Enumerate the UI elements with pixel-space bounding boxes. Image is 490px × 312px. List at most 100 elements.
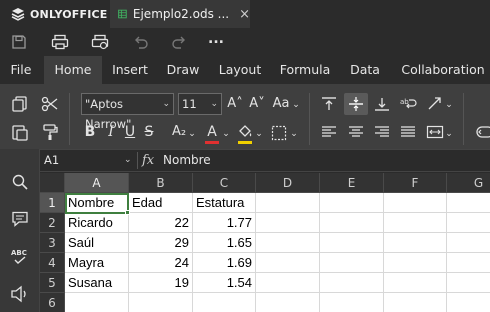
cell[interactable] (256, 253, 320, 273)
format-painter-icon[interactable] (41, 123, 59, 141)
increase-font-icon[interactable]: A˄ (226, 95, 244, 113)
column-header-e[interactable]: E (320, 173, 384, 193)
redo-icon[interactable] (171, 34, 187, 50)
decrease-font-icon[interactable]: A˅ (248, 95, 266, 113)
align-top-icon[interactable] (320, 96, 338, 112)
formula-input[interactable]: Nombre (163, 150, 211, 171)
fill-color-button[interactable] (236, 123, 254, 145)
cell-b1[interactable]: Edad (129, 193, 193, 213)
undo-icon[interactable] (133, 34, 149, 50)
cut-icon[interactable] (41, 95, 59, 113)
cell-c2[interactable]: 1.77 (193, 213, 256, 233)
chevron-down-icon[interactable]: ⌄ (292, 96, 300, 114)
cell[interactable] (384, 213, 447, 233)
font-size-select[interactable]: 11 ⌄ (178, 93, 222, 115)
cell-a5[interactable]: Susana (65, 273, 129, 293)
chevron-down-icon[interactable]: ⌄ (445, 96, 453, 114)
align-center-icon[interactable] (348, 125, 364, 139)
column-header-d[interactable]: D (256, 173, 320, 193)
select-all-corner[interactable] (40, 173, 65, 193)
cell-c1[interactable]: Estatura (193, 193, 256, 213)
spreadsheet-grid[interactable]: A B C D E F G 1 2 3 4 5 6 Nombre Edad Es… (40, 173, 490, 312)
wrap-text-icon[interactable]: ab (399, 95, 417, 113)
row-header-3[interactable]: 3 (40, 233, 65, 253)
fill-handle[interactable] (125, 210, 130, 215)
cell[interactable] (447, 213, 490, 233)
chevron-down-icon[interactable]: ⌄ (290, 125, 298, 143)
cell[interactable] (320, 213, 384, 233)
cell[interactable] (65, 293, 129, 312)
row-header-5[interactable]: 5 (40, 273, 65, 293)
cell[interactable] (256, 213, 320, 233)
quick-print-icon[interactable] (91, 34, 109, 50)
tab-insert[interactable]: Insert (106, 56, 154, 84)
cell[interactable] (256, 293, 320, 312)
save-icon[interactable] (11, 34, 27, 50)
align-right-icon[interactable] (374, 125, 390, 139)
cell-a3[interactable]: Saúl (65, 233, 129, 253)
justify-icon[interactable] (400, 125, 416, 139)
paste-icon[interactable] (11, 123, 29, 141)
spellcheck-icon[interactable]: ABC (10, 247, 30, 265)
cell-a2[interactable]: Ricardo (65, 213, 129, 233)
cell-c5[interactable]: 1.54 (193, 273, 256, 293)
cell-b3[interactable]: 29 (129, 233, 193, 253)
print-icon[interactable] (51, 34, 69, 50)
cell[interactable] (320, 293, 384, 312)
cell-c3[interactable]: 1.65 (193, 233, 256, 253)
cell[interactable] (256, 273, 320, 293)
tab-formula[interactable]: Formula (276, 56, 334, 84)
chevron-down-icon[interactable]: ⌄ (445, 125, 453, 143)
italic-icon[interactable]: I (103, 123, 119, 141)
insert-field-icon[interactable] (475, 123, 490, 141)
tab-collaboration[interactable]: Collaboration (396, 56, 490, 84)
column-header-c[interactable]: C (193, 173, 256, 193)
row-header-6[interactable]: 6 (40, 293, 65, 312)
cell-c4[interactable]: 1.69 (193, 253, 256, 273)
underline-icon[interactable]: U (122, 123, 138, 141)
tab-file[interactable]: File (4, 56, 38, 84)
cell[interactable] (256, 193, 320, 213)
column-header-f[interactable]: F (384, 173, 447, 193)
borders-icon[interactable] (271, 125, 287, 141)
close-tab-icon[interactable]: × (239, 7, 250, 22)
subscript-icon[interactable]: A₂ (170, 123, 188, 141)
cell[interactable] (320, 273, 384, 293)
cell[interactable] (320, 233, 384, 253)
cell[interactable] (384, 233, 447, 253)
document-tab[interactable]: Ejemplo2.ods ... × (110, 0, 250, 28)
chevron-down-icon[interactable]: ⌄ (124, 150, 132, 171)
search-icon[interactable] (11, 173, 29, 191)
cell-b5[interactable]: 19 (129, 273, 193, 293)
row-header-2[interactable]: 2 (40, 213, 65, 233)
column-header-g[interactable]: G (447, 173, 490, 193)
cell[interactable] (447, 233, 490, 253)
cell-b4[interactable]: 24 (129, 253, 193, 273)
cell[interactable] (320, 253, 384, 273)
align-left-icon[interactable] (321, 125, 337, 139)
cell[interactable] (320, 193, 384, 213)
bold-icon[interactable]: B (82, 123, 98, 141)
text-orientation-icon[interactable] (426, 95, 444, 113)
cell[interactable] (129, 293, 193, 312)
chevron-down-icon[interactable]: ⌄ (255, 125, 263, 143)
chevron-down-icon[interactable]: ⌄ (188, 125, 196, 143)
cell-a1[interactable]: Nombre (65, 193, 129, 213)
function-icon[interactable]: fx (142, 150, 154, 171)
font-name-select[interactable]: "Aptos Narrow" ⌄ (81, 93, 174, 131)
row-header-1[interactable]: 1 (40, 193, 65, 213)
cell[interactable] (193, 293, 256, 312)
strikethrough-icon[interactable]: S (141, 123, 157, 141)
cell-b2[interactable]: 22 (129, 213, 193, 233)
column-header-b[interactable]: B (129, 173, 193, 193)
tab-data[interactable]: Data (344, 56, 386, 84)
cell[interactable] (447, 273, 490, 293)
column-header-a[interactable]: A (65, 173, 129, 193)
cell[interactable] (447, 253, 490, 273)
more-icon[interactable]: ... (208, 31, 224, 47)
cell[interactable] (384, 273, 447, 293)
cell[interactable] (447, 193, 490, 213)
feedback-icon[interactable] (10, 285, 30, 303)
row-header-4[interactable]: 4 (40, 253, 65, 273)
cell[interactable] (256, 233, 320, 253)
